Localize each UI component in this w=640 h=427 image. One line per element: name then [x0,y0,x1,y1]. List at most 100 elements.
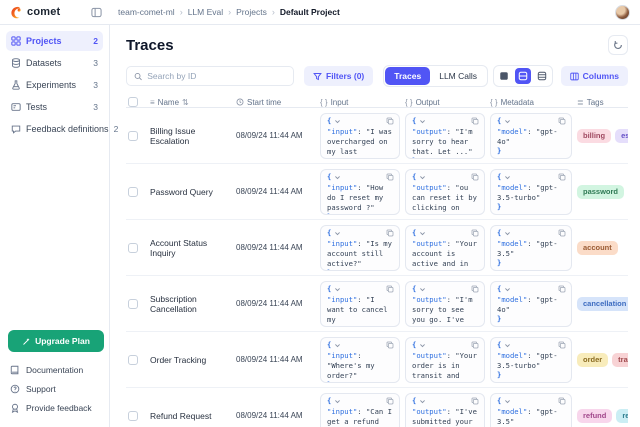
copy-icon[interactable] [471,117,479,125]
copy-icon[interactable] [558,229,566,237]
sort-icon[interactable]: ⇅ [182,98,189,107]
expand-chevron-icon[interactable] [419,174,426,181]
tag-badge[interactable]: tracking [612,353,628,367]
sidebar-item-support[interactable]: Support [6,379,103,398]
expand-chevron-icon[interactable] [334,118,341,125]
copy-icon[interactable] [558,285,566,293]
column-header-tags[interactable]: ≣ Tags [577,98,628,107]
row-checkbox[interactable] [128,131,138,141]
column-header-input[interactable]: { } Input [320,98,405,107]
input-json-cell[interactable]: { "input": "How do I reset my password ?… [320,169,400,215]
expand-chevron-icon[interactable] [419,286,426,293]
tag-badge[interactable]: refund [577,409,612,423]
trace-name[interactable]: Subscription Cancellation [150,294,236,314]
copy-icon[interactable] [471,229,479,237]
table-row[interactable]: Subscription Cancellation 08/09/24 11:44… [126,276,628,332]
trace-name[interactable]: Password Query [150,187,236,197]
table-row[interactable]: Account Status Inquiry 08/09/24 11:44 AM… [126,220,628,276]
copy-icon[interactable] [558,117,566,125]
table-row[interactable]: Order Tracking 08/09/24 11:44 AM { "inpu… [126,332,628,388]
row-checkbox[interactable] [128,187,138,197]
expand-chevron-icon[interactable] [419,230,426,237]
row-checkbox[interactable] [128,299,138,309]
row-checkbox[interactable] [128,411,138,421]
expand-chevron-icon[interactable] [504,174,511,181]
expand-chevron-icon[interactable] [504,398,511,405]
breadcrumb-section[interactable]: LLM Eval [188,7,223,17]
output-json-cell[interactable]: { "output": "ou can reset it by clicking… [405,169,485,215]
copy-icon[interactable] [386,341,394,349]
expand-chevron-icon[interactable] [334,342,341,349]
copy-icon[interactable] [558,341,566,349]
column-header-name[interactable]: ≡ Name ⇅ [150,98,236,107]
filters-button[interactable]: Filters (0) [304,66,373,86]
breadcrumb-projects[interactable]: Projects [236,7,267,17]
tag-badge[interactable]: password [577,185,624,199]
breadcrumb-workspace[interactable]: team-comet-ml [118,7,175,17]
input-json-cell[interactable]: { "input": "Where's my order?" } [320,337,400,383]
tab-llm-calls[interactable]: LLM Calls [430,67,486,85]
column-header-start-time[interactable]: Start time [236,98,320,107]
tag-badge[interactable]: account [577,241,618,255]
tag-badge[interactable]: order [577,353,608,367]
expand-chevron-icon[interactable] [334,398,341,405]
sidebar-item-experiments[interactable]: Experiments 3 [6,75,103,95]
copy-icon[interactable] [386,229,394,237]
expand-chevron-icon[interactable] [334,286,341,293]
expand-chevron-icon[interactable] [334,230,341,237]
copy-icon[interactable] [558,173,566,181]
copy-icon[interactable] [558,397,566,405]
expand-chevron-icon[interactable] [504,342,511,349]
search-input[interactable] [147,71,286,81]
trace-name[interactable]: Billing Issue Escalation [150,126,236,146]
tag-badge[interactable]: cancellation [577,297,628,311]
user-avatar[interactable] [615,5,630,20]
upgrade-plan-button[interactable]: Upgrade Plan [8,330,104,352]
copy-icon[interactable] [471,341,479,349]
metadata-json-cell[interactable]: { "model": "gpt-3.5" } [490,393,572,427]
row-height-small-icon[interactable] [496,68,512,84]
select-all-checkbox[interactable] [128,97,138,107]
expand-chevron-icon[interactable] [419,118,426,125]
sidebar-item-datasets[interactable]: Datasets 3 [6,53,103,73]
sidebar-collapse-icon[interactable] [91,7,102,18]
copy-icon[interactable] [386,397,394,405]
copy-icon[interactable] [471,397,479,405]
metadata-json-cell[interactable]: { "model": "gpt-3.5-turbo" } [490,337,572,383]
input-json-cell[interactable]: { "input": "Is my account still active?"… [320,225,400,271]
output-json-cell[interactable]: { "output": "I've submitted your refund … [405,393,485,427]
tab-traces[interactable]: Traces [385,67,430,85]
output-json-cell[interactable]: { "output": "I'm sorry to hear that. Let… [405,113,485,159]
input-json-cell[interactable]: { "input": "I want to cancel my subscrip… [320,281,400,327]
expand-chevron-icon[interactable] [334,174,341,181]
expand-chevron-icon[interactable] [419,398,426,405]
comet-logo[interactable]: comet [10,6,60,19]
tag-badge[interactable]: billing [577,129,611,143]
trace-name[interactable]: Account Status Inquiry [150,238,236,258]
row-checkbox[interactable] [128,243,138,253]
table-row[interactable]: Billing Issue Escalation 08/09/24 11:44 … [126,108,628,164]
search-box[interactable] [126,66,294,86]
breadcrumb-current[interactable]: Default Project [280,7,340,17]
input-json-cell[interactable]: { "input": "Can I get a refund for my la… [320,393,400,427]
metadata-json-cell[interactable]: { "model": "gpt-4o" } [490,113,572,159]
metadata-json-cell[interactable]: { "model": "gpt-4o" } [490,281,572,327]
metadata-json-cell[interactable]: { "model": "gpt-3.5" } [490,225,572,271]
sidebar-item-feedback-definitions[interactable]: Feedback definitions 2 [6,119,103,139]
column-header-metadata[interactable]: { } Metadata [490,98,577,107]
row-height-large-icon[interactable] [534,68,550,84]
metadata-json-cell[interactable]: { "model": "gpt-3.5-turbo" } [490,169,572,215]
columns-button[interactable]: Columns [561,66,628,86]
tag-badge[interactable]: escalation [615,129,628,143]
output-json-cell[interactable]: { "output": "I'm sorry to see you go. I'… [405,281,485,327]
refresh-button[interactable] [608,35,628,55]
sidebar-item-projects[interactable]: Projects 2 [6,31,103,51]
sidebar-item-tests[interactable]: Tests 3 [6,97,103,117]
expand-chevron-icon[interactable] [504,118,511,125]
input-json-cell[interactable]: { "input": "I was overcharged on my last… [320,113,400,159]
copy-icon[interactable] [386,285,394,293]
tag-badge[interactable]: request [616,409,628,423]
row-checkbox[interactable] [128,355,138,365]
sidebar-item-documentation[interactable]: Documentation [6,360,103,379]
copy-icon[interactable] [471,173,479,181]
